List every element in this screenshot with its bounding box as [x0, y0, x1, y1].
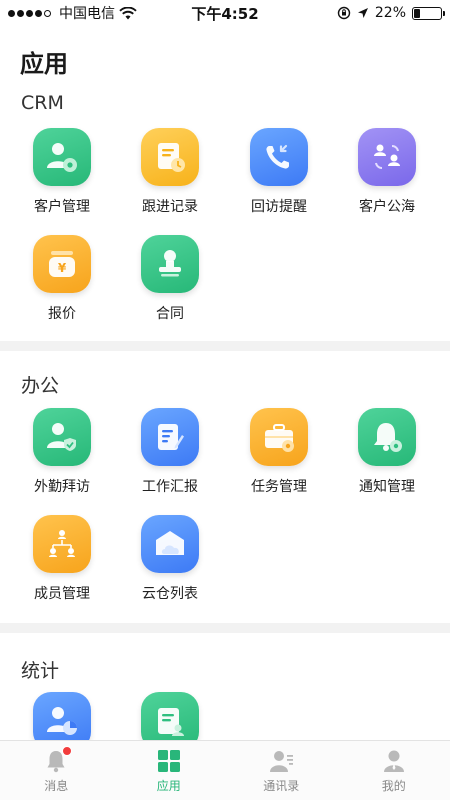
follow-record-icon — [141, 128, 199, 186]
profile-icon — [381, 748, 407, 774]
work-report-icon — [141, 408, 199, 466]
section-title-crm: CRM — [21, 92, 64, 114]
task-manage-icon — [250, 408, 308, 466]
app-label: 工作汇报 — [142, 479, 198, 495]
app-label: 合同 — [156, 306, 184, 322]
customer-manage-icon — [33, 128, 91, 186]
tab-label: 通讯录 — [263, 778, 300, 793]
app-cloud-warehouse[interactable]: 云仓列表 — [116, 515, 224, 603]
status-bar: 中国电信 下午4:52 22% — [0, 0, 450, 26]
section-divider — [0, 341, 450, 351]
callback-reminder-icon — [250, 128, 308, 186]
customer-pool-icon — [358, 128, 416, 186]
cloud-warehouse-icon — [141, 515, 199, 573]
app-label: 回访提醒 — [251, 199, 307, 215]
carrier-label: 中国电信 — [59, 6, 115, 22]
app-label: 通知管理 — [359, 479, 415, 495]
notice-manage-icon — [358, 408, 416, 466]
tab-label: 我的 — [381, 778, 406, 793]
tab-apps[interactable]: 应用 — [113, 741, 226, 800]
field-visit-icon — [33, 408, 91, 466]
contacts-icon — [268, 748, 294, 774]
location-arrow-icon — [357, 8, 368, 18]
app-label: 云仓列表 — [142, 586, 198, 602]
app-notice-manage[interactable]: 通知管理 — [333, 408, 441, 496]
app-label: 任务管理 — [251, 479, 307, 495]
tab-contacts[interactable]: 通讯录 — [225, 741, 338, 800]
app-label: 成员管理 — [34, 586, 90, 602]
rotation-lock-icon — [337, 6, 351, 20]
unread-badge-dot — [62, 745, 73, 756]
app-customer-pool[interactable]: 客户公海 — [333, 128, 441, 216]
bell-icon — [43, 745, 73, 774]
battery-percent: 22% — [374, 5, 406, 21]
section-title-office: 办公 — [21, 375, 60, 397]
app-label: 客户管理 — [34, 199, 90, 215]
section-divider — [0, 623, 450, 633]
tab-label: 应用 — [156, 778, 181, 793]
app-task-manage[interactable]: 任务管理 — [225, 408, 333, 496]
app-customer-manage[interactable]: 客户管理 — [8, 128, 116, 216]
app-callback-reminder[interactable]: 回访提醒 — [225, 128, 333, 216]
wifi-icon — [119, 6, 137, 19]
app-label: 外勤拜访 — [34, 479, 90, 495]
app-label: 报价 — [48, 306, 76, 322]
app-work-report[interactable]: 工作汇报 — [116, 408, 224, 496]
apps-grid-icon — [156, 748, 182, 774]
contract-icon — [141, 235, 199, 293]
app-follow-record[interactable]: 跟进记录 — [116, 128, 224, 216]
svg-text:¥: ¥ — [58, 261, 67, 275]
battery-icon — [412, 6, 445, 20]
app-label: 客户公海 — [359, 199, 415, 215]
app-quote[interactable]: ¥ 报价 — [8, 235, 116, 323]
tab-messages[interactable]: 消息 — [0, 741, 113, 800]
app-field-visit[interactable]: 外勤拜访 — [8, 408, 116, 496]
tab-bar: 消息 应用 通讯录 我的 — [0, 740, 450, 800]
member-manage-icon — [33, 515, 91, 573]
signal-strength-icon — [8, 9, 51, 17]
quote-icon: ¥ — [33, 235, 91, 293]
tab-label: 消息 — [44, 778, 69, 793]
tab-profile[interactable]: 我的 — [338, 741, 450, 800]
section-title-stats: 统计 — [21, 660, 60, 682]
app-contract[interactable]: 合同 — [116, 235, 224, 323]
app-label: 跟进记录 — [142, 199, 198, 215]
app-member-manage[interactable]: 成员管理 — [8, 515, 116, 603]
page-title: 应用 — [20, 50, 68, 78]
